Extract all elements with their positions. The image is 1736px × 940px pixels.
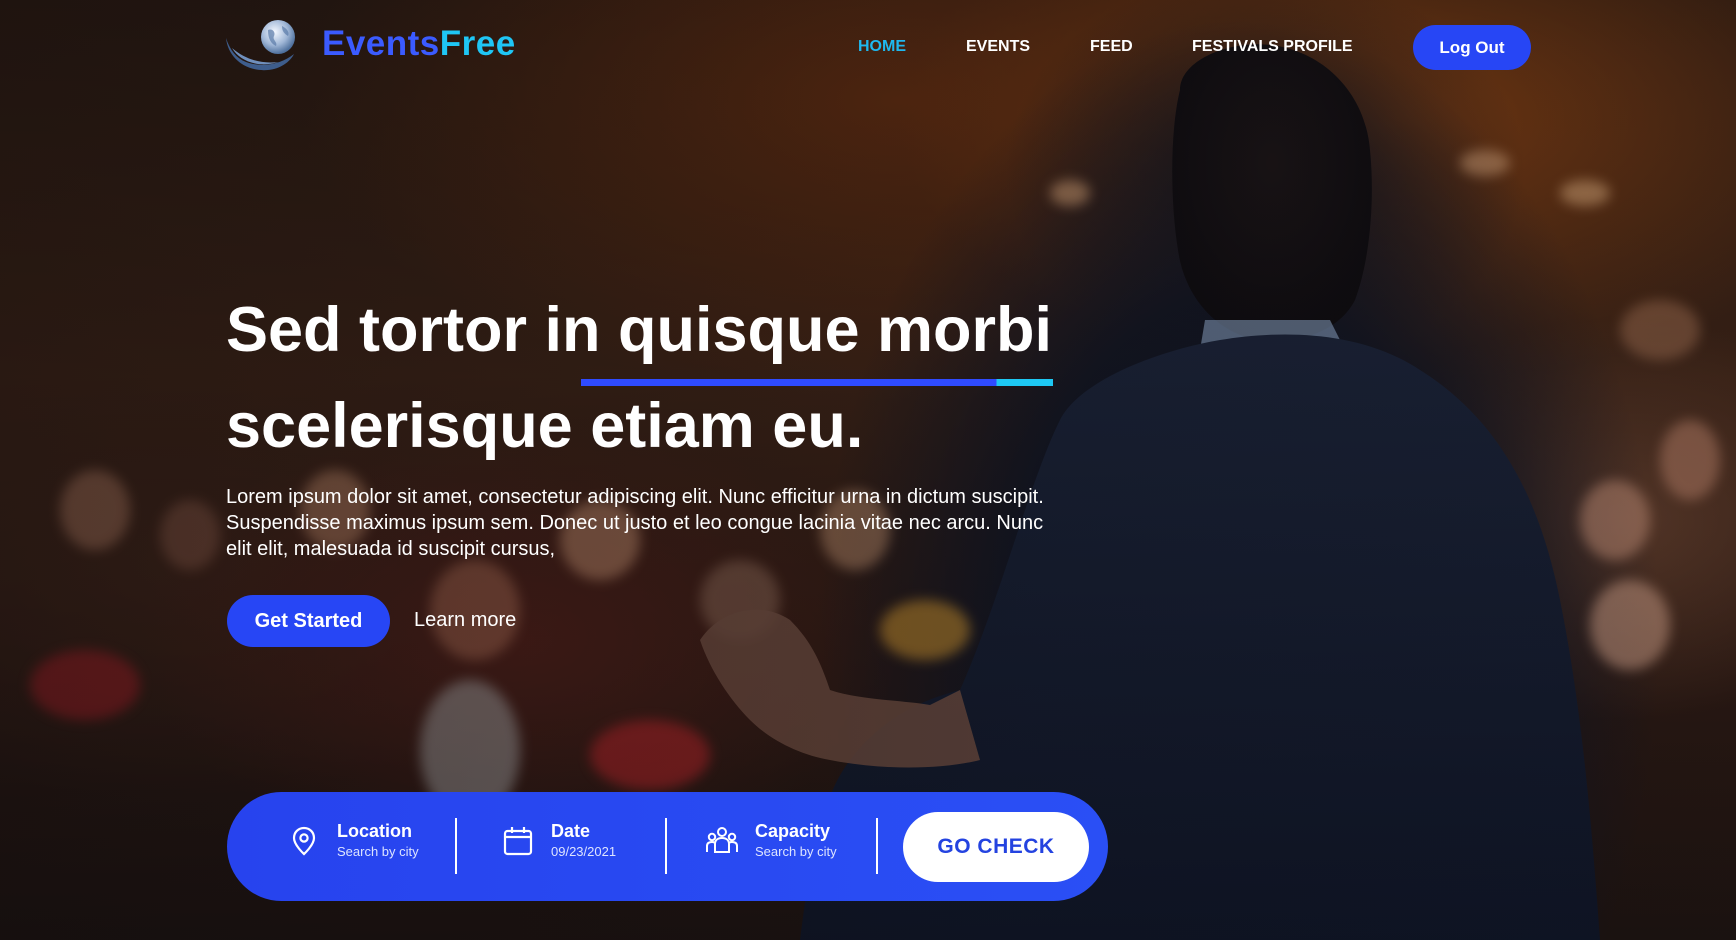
nav-item-events[interactable]: EVENTS bbox=[966, 38, 1030, 56]
hero-section: EventsFree HOME EVENTS FEED FESTIVALS PR… bbox=[0, 0, 1736, 940]
get-started-button[interactable]: Get Started bbox=[227, 595, 390, 647]
capacity-field[interactable]: Capacity Search by city bbox=[705, 820, 837, 876]
date-label: Date bbox=[551, 821, 591, 841]
nav-item-home[interactable]: HOME bbox=[858, 38, 906, 56]
hero-title-line1: Sed tortor in quisque morbi bbox=[226, 295, 1053, 365]
field-divider bbox=[455, 818, 457, 874]
location-value: Search by city bbox=[337, 844, 419, 859]
capacity-label: Capacity bbox=[755, 821, 831, 841]
hero-description: Lorem ipsum dolor sit amet, consectetur … bbox=[226, 486, 1044, 560]
go-check-button[interactable]: GO CHECK bbox=[903, 812, 1089, 882]
event-search-bar: Location Search by city Date 09/23/2021 bbox=[227, 792, 1108, 901]
hero-title: Sed tortor in quisque morbi scelerisque … bbox=[226, 282, 1126, 474]
nav-item-festivals-profile[interactable]: FESTIVALS PROFILE bbox=[1192, 38, 1353, 56]
capacity-value: Search by city bbox=[755, 844, 837, 859]
map-pin-icon bbox=[292, 826, 316, 856]
hero-title-line2: scelerisque etiam eu. bbox=[226, 391, 864, 461]
logout-button[interactable]: Log Out bbox=[1413, 25, 1531, 70]
learn-more-link[interactable]: Learn more bbox=[414, 609, 516, 632]
date-value: 09/23/2021 bbox=[551, 844, 617, 859]
site-header: EventsFree HOME EVENTS FEED FESTIVALS PR… bbox=[0, 0, 1736, 96]
date-field[interactable]: Date 09/23/2021 bbox=[501, 820, 616, 876]
location-label: Location bbox=[337, 821, 412, 841]
calendar-icon bbox=[503, 827, 533, 856]
people-icon bbox=[706, 827, 738, 853]
field-divider bbox=[665, 818, 667, 874]
title-underline bbox=[581, 379, 1053, 386]
nav-item-feed[interactable]: FEED bbox=[1090, 38, 1133, 56]
location-field[interactable]: Location Search by city bbox=[287, 820, 419, 876]
field-divider bbox=[876, 818, 878, 874]
